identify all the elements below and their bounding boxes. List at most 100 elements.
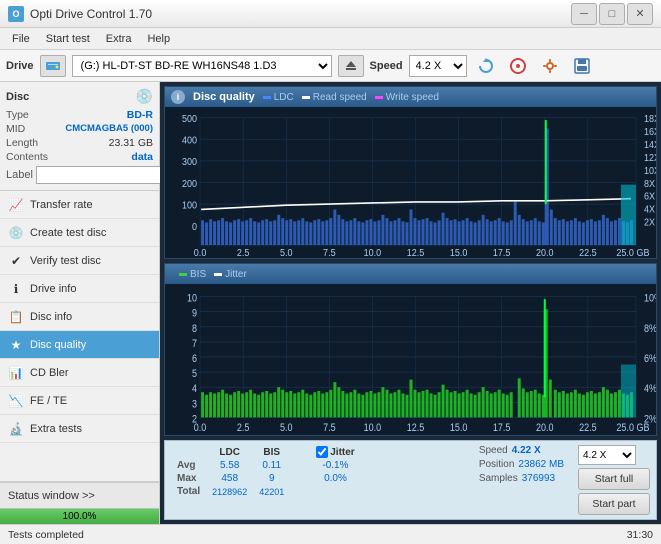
sidebar-item-drive-info[interactable]: ℹ Drive info [0,275,159,303]
start-part-button[interactable]: Start part [578,493,650,515]
disc-title: Disc [6,91,29,103]
jitter-checkbox[interactable] [316,446,328,458]
bottom-chart-title-bar: BIS Jitter [165,264,656,284]
svg-text:5: 5 [192,368,197,380]
progress-bar-container: 100.0% [0,508,159,524]
drive-label: Drive [6,60,34,72]
max-label: Max [171,472,206,485]
close-button[interactable]: ✕ [627,3,653,25]
ldc-header: LDC [206,445,253,459]
top-chart-title: Disc quality [193,91,255,103]
top-chart-panel: i Disc quality LDC Read speed Write spee… [164,86,657,259]
drive-bar: Drive (G:) HL-DT-ST BD-RE WH16NS48 1.D3 … [0,50,661,82]
sidebar-item-disc-quality[interactable]: ★ Disc quality [0,331,159,359]
status-time: 31:30 [627,529,653,541]
disc-label-input[interactable] [36,166,174,184]
status-window-button[interactable]: Status window >> [0,482,159,508]
legend-jitter: Jitter [214,269,247,280]
svg-text:10.0: 10.0 [364,248,382,258]
top-chart-svg-container: 500 400 300 200 100 0 18X 16X 14X 12X 10… [165,107,656,258]
menu-file[interactable]: File [4,31,38,47]
speed-dropdown[interactable]: 4.2 X [578,445,636,465]
svg-text:8: 8 [192,323,197,335]
start-controls: 4.2 X Start full Start part [578,445,650,515]
svg-text:9: 9 [192,308,197,320]
svg-text:7: 7 [192,338,197,350]
sidebar-item-disc-info[interactable]: 📋 Disc info [0,303,159,331]
svg-text:200: 200 [182,179,197,189]
disc-quality-icon: ★ [8,337,24,353]
svg-text:17.5: 17.5 [493,422,511,434]
status-bottom: Tests completed 31:30 [0,524,661,544]
maximize-button[interactable]: □ [599,3,625,25]
svg-text:300: 300 [182,157,197,167]
svg-text:100: 100 [182,200,197,210]
avg-ldc: 5.58 [206,459,253,472]
stats-area: LDC BIS Jitter Avg 5.58 0.11 -0.1 [164,440,657,520]
svg-text:22.5: 22.5 [579,248,597,258]
bottom-chart-svg: 10 9 8 7 6 5 4 3 2 10% 8% 6% 4% 2% 0.0 [165,284,656,435]
disc-icon[interactable] [505,53,531,79]
verify-test-disc-icon: ✔ [8,253,24,269]
settings-icon[interactable] [537,53,563,79]
svg-text:5.0: 5.0 [280,422,293,434]
svg-text:3: 3 [192,398,197,410]
svg-text:4: 4 [192,383,197,395]
svg-text:22.5: 22.5 [579,422,597,434]
jitter-header: Jitter [310,445,360,459]
sidebar-item-cd-bler[interactable]: 📊 CD Bler [0,359,159,387]
svg-text:6%: 6% [644,353,656,365]
start-full-button[interactable]: Start full [578,468,650,490]
max-jitter: 0.0% [310,472,360,485]
legend-write-speed: Write speed [375,92,439,103]
main-layout: Disc 💿 Type BD-R MID CMCMAGBA5 (000) Len… [0,82,661,524]
progress-text: 100.0% [0,509,159,524]
disc-info-icon: 📋 [8,309,24,325]
status-section: Status window >> 100.0% [0,481,159,524]
svg-text:5.0: 5.0 [280,248,293,258]
cd-bler-icon: 📊 [8,365,24,381]
menu-start-test[interactable]: Start test [38,31,98,47]
menu-bar: File Start test Extra Help [0,28,661,50]
sidebar-item-extra-tests[interactable]: 🔬 Extra tests [0,415,159,443]
speed-select[interactable]: 4.2 X [409,55,467,77]
svg-text:10X: 10X [644,166,656,176]
legend-ldc: LDC [263,92,294,103]
svg-text:17.5: 17.5 [493,248,511,258]
menu-extra[interactable]: Extra [98,31,140,47]
sidebar-item-fe-te[interactable]: 📉 FE / TE [0,387,159,415]
save-icon[interactable] [569,53,595,79]
svg-text:2.5: 2.5 [237,248,250,258]
top-chart-title-bar: i Disc quality LDC Read speed Write spee… [165,87,656,107]
top-chart-svg: 500 400 300 200 100 0 18X 16X 14X 12X 10… [165,107,656,258]
sidebar-item-transfer-rate[interactable]: 📈 Transfer rate [0,191,159,219]
svg-text:25.0 GB: 25.0 GB [616,422,649,434]
svg-text:10: 10 [187,293,197,305]
avg-label: Avg [171,459,206,472]
svg-text:7.5: 7.5 [323,248,336,258]
position-row: Position 23862 MB [479,459,564,470]
svg-text:20.0: 20.0 [536,422,554,434]
status-text: Tests completed [8,529,84,541]
svg-text:18X: 18X [644,114,656,124]
sidebar: Disc 💿 Type BD-R MID CMCMAGBA5 (000) Len… [0,82,160,524]
sidebar-item-verify-test-disc[interactable]: ✔ Verify test disc [0,247,159,275]
minimize-button[interactable]: ─ [571,3,597,25]
svg-text:7.5: 7.5 [323,422,336,434]
app-title: Opti Drive Control 1.70 [30,7,152,21]
drive-select[interactable]: (G:) HL-DT-ST BD-RE WH16NS48 1.D3 [72,55,332,77]
menu-help[interactable]: Help [139,31,178,47]
svg-text:6: 6 [192,353,197,365]
svg-text:25.0 GB: 25.0 GB [616,248,649,258]
refresh-icon[interactable] [473,53,499,79]
drive-icon-btn[interactable] [40,55,66,77]
eject-button[interactable] [338,55,364,77]
chart-title-icon: i [171,90,185,104]
title-bar-left: O Opti Drive Control 1.70 [8,6,152,22]
avg-bis: 0.11 [253,459,290,472]
avg-jitter: -0.1% [310,459,360,472]
bis-header: BIS [253,445,290,459]
max-ldc: 458 [206,472,253,485]
transfer-rate-icon: 📈 [8,197,24,213]
sidebar-item-create-test-disc[interactable]: 💿 Create test disc [0,219,159,247]
